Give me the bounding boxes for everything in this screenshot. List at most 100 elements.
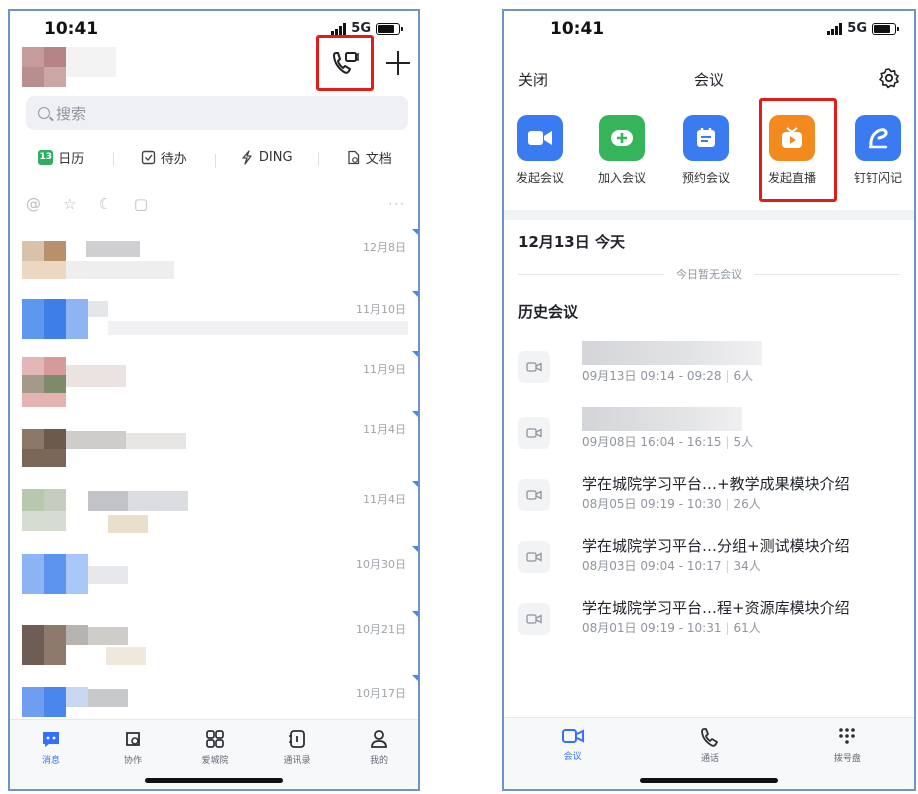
calendar-icon: 13	[38, 149, 54, 165]
chat-date: 11月9日	[363, 363, 406, 376]
chat-list-item[interactable]: 10月30日	[10, 546, 418, 606]
shortcut-ding[interactable]: DING	[215, 149, 318, 168]
battery-icon	[872, 22, 899, 35]
meeting-count: 6人	[733, 369, 754, 383]
tab-label: 协作	[123, 756, 142, 766]
meeting-count: 61人	[733, 621, 761, 635]
gear-icon[interactable]	[878, 67, 900, 89]
meeting-info: 09月08日 16:04 - 16:15 | 5人	[582, 435, 754, 449]
shortcut-label: 文档	[365, 151, 392, 167]
meeting-time: 09月08日 16:04 - 16:15	[582, 435, 722, 449]
history-meeting-item[interactable]: 学在城院学习平台…程+资源库模块介绍 08月01日 09:19 - 10:31 |…	[504, 595, 914, 653]
battery-icon	[376, 22, 403, 35]
meeting-title: 学在城院学习平台…+教学成果模块介绍	[582, 475, 850, 493]
ding-bolt-icon	[242, 149, 252, 165]
flash-note-icon	[855, 115, 901, 161]
chat-date: 11月4日	[363, 493, 406, 506]
chat-list-item[interactable]: 11月10日	[10, 291, 418, 351]
action-label: 发起会议	[515, 171, 564, 185]
chat-date: 11月10日	[356, 303, 406, 316]
shortcut-bar: 13 日历 待办 DING 文档	[10, 139, 419, 175]
contacts-icon	[289, 730, 305, 748]
redacted-title	[582, 341, 762, 365]
meeting-title: 学在城院学习平台…分组+测试模块介绍	[582, 537, 850, 555]
schedule-meeting-button[interactable]: 预约会议	[672, 115, 740, 186]
status-indicators: 5G	[827, 21, 899, 36]
schedule-icon	[683, 115, 729, 161]
unread-flag-icon	[412, 229, 418, 237]
later-filter-icon[interactable]: ☾	[98, 195, 111, 213]
chat-list-item[interactable]: 11月9日	[10, 351, 418, 411]
shortcut-calendar[interactable]: 13 日历	[10, 148, 113, 167]
tab-label: 通讯录	[283, 756, 311, 766]
history-meeting-item[interactable]: 09月08日 16:04 - 16:15 | 5人	[504, 407, 914, 467]
search-icon	[38, 107, 50, 119]
meeting-count: 34人	[733, 559, 761, 573]
meeting-time: 08月01日 09:19 - 10:31	[582, 621, 722, 635]
chat-list-item[interactable]: 10月21日	[10, 611, 418, 671]
filter-row: @ ☆ ☾ ▢ ···	[10, 189, 418, 219]
add-button[interactable]	[384, 49, 412, 77]
tab-label: 我的	[369, 756, 388, 766]
apps-grid-icon	[206, 730, 224, 748]
more-icon[interactable]: ···	[389, 197, 406, 211]
search-input[interactable]: 搜索	[26, 96, 408, 130]
dialpad-icon	[839, 728, 856, 744]
shortcut-docs[interactable]: 文档	[317, 148, 419, 167]
video-camera-icon	[518, 417, 550, 449]
shortcut-label: 待办	[160, 151, 187, 167]
unread-flag-icon	[412, 411, 418, 419]
chat-date: 10月21日	[356, 623, 406, 636]
user-avatar[interactable]	[22, 47, 116, 87]
chat-date: 11月4日	[363, 423, 406, 436]
phone-icon	[701, 728, 718, 747]
tab-messages[interactable]: 消息	[10, 720, 92, 789]
tab-label: 通话	[700, 754, 719, 764]
join-meeting-button[interactable]: 加入会议	[588, 115, 656, 186]
chat-date: 10月17日	[356, 687, 406, 700]
action-label: 钉钉闪记	[853, 171, 902, 185]
meeting-screen: 10:41 5G 关闭 会议 发起会议 加入会议 预约会议 发起直播 钉钉闪记 …	[502, 9, 916, 791]
document-icon	[348, 150, 359, 164]
meeting-call-button[interactable]	[316, 35, 374, 91]
tab-profile[interactable]: 我的	[338, 720, 418, 789]
mention-filter-icon[interactable]: @	[26, 195, 41, 213]
start-meeting-button[interactable]: 发起会议	[506, 115, 574, 186]
todo-check-icon	[141, 150, 155, 164]
chat-list-item[interactable]: 12月8日	[10, 229, 418, 289]
meeting-time: 08月05日 09:19 - 10:30	[582, 497, 722, 511]
action-label: 预约会议	[681, 171, 730, 185]
shortcut-todo[interactable]: 待办	[112, 148, 216, 167]
unread-flag-icon	[412, 611, 418, 619]
history-title: 历史会议	[518, 303, 579, 321]
collab-icon	[126, 732, 140, 746]
shortcut-label: 日历	[58, 151, 85, 167]
unread-flag-icon	[412, 675, 418, 683]
home-indicator	[640, 778, 778, 783]
meeting-info: 08月05日 09:19 - 10:30 | 26人	[582, 497, 761, 511]
saved-filter-icon[interactable]: ▢	[134, 195, 148, 213]
chat-list-item[interactable]: 11月4日	[10, 411, 418, 471]
unread-flag-icon	[412, 291, 418, 299]
history-meeting-item[interactable]: 学在城院学习平台…分组+测试模块介绍 08月03日 09:04 - 10:17 |…	[504, 533, 914, 591]
signal-icon	[827, 22, 843, 35]
chat-list-item[interactable]: 11月4日	[10, 481, 418, 541]
tab-label: 爱城院	[201, 756, 229, 766]
join-plus-icon	[599, 115, 645, 161]
tab-meetings[interactable]: 会议	[504, 718, 641, 789]
star-filter-icon[interactable]: ☆	[63, 195, 76, 213]
message-icon	[43, 732, 59, 747]
redacted-title	[582, 407, 742, 431]
flash-note-button[interactable]: 钉钉闪记	[844, 115, 912, 186]
meeting-info: 09月13日 09:14 - 09:28 | 6人	[582, 369, 754, 383]
video-camera-icon	[518, 603, 550, 635]
tab-label: 拨号盘	[833, 754, 861, 764]
history-meeting-item[interactable]: 09月13日 09:14 - 09:28 | 6人	[504, 341, 914, 401]
chat-date: 12月8日	[363, 241, 406, 254]
live-highlight-box	[759, 98, 837, 202]
history-meeting-item[interactable]: 学在城院学习平台…+教学成果模块介绍 08月05日 09:19 - 10:30 |…	[504, 471, 914, 529]
tab-dialpad[interactable]: 拨号盘	[779, 718, 914, 789]
video-camera-icon	[518, 479, 550, 511]
meeting-actions: 发起会议 加入会议 预约会议 发起直播 钉钉闪记	[504, 115, 914, 199]
action-label: 加入会议	[597, 171, 646, 185]
